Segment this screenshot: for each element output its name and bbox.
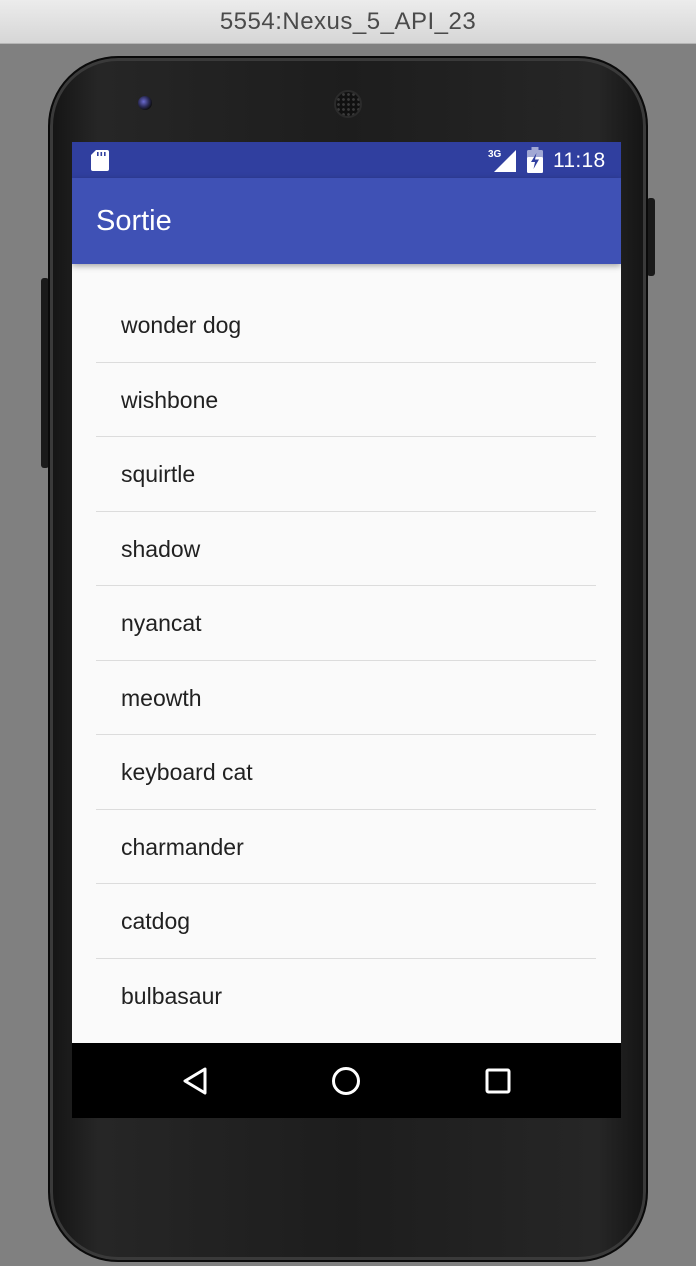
front-camera-icon [138, 96, 152, 110]
network-type-label: 3G [488, 149, 502, 160]
list-item[interactable]: squirtle [96, 437, 596, 512]
home-icon [332, 1067, 360, 1095]
list-item[interactable]: charmander [96, 810, 596, 884]
sd-card-icon [91, 150, 109, 171]
app-toolbar: Sortie [72, 178, 621, 264]
list-item-label: keyboard cat [121, 759, 253, 785]
recents-button[interactable] [472, 1055, 524, 1107]
app-title: Sortie [96, 205, 172, 237]
status-bar: 3G 11:18 [72, 142, 621, 178]
list-item[interactable]: catdog [96, 884, 596, 959]
list-item[interactable]: wonder dog [96, 288, 596, 363]
list-item[interactable]: meowth [96, 661, 596, 735]
list-item-label: charmander [121, 833, 244, 860]
list-item-label: catdog [121, 908, 191, 934]
recents-icon [485, 1068, 511, 1094]
list-item[interactable]: shadow [96, 512, 596, 586]
list-item-label: bulbasaur [121, 982, 223, 1009]
light-sensor-icon [553, 100, 561, 108]
list-item-label: wonder dog [121, 312, 242, 338]
battery-charging-icon [527, 147, 543, 173]
navigation-bar [72, 1043, 621, 1118]
list-item-label: squirtle [121, 461, 196, 487]
list-item[interactable]: nyancat [96, 586, 596, 661]
back-icon [183, 1067, 207, 1095]
earpiece-speaker-icon [334, 90, 362, 118]
signal-icon: 3G [488, 149, 516, 172]
window-title: 5554:Nexus_5_API_23 [219, 7, 477, 35]
emulator-window-titlebar: 5554:Nexus_5_API_23 [0, 0, 696, 44]
status-clock: 11:18 [553, 149, 606, 172]
list-item[interactable]: keyboard cat [96, 735, 596, 810]
list-item[interactable]: wishbone [96, 363, 596, 437]
back-button[interactable] [169, 1055, 221, 1107]
item-list[interactable]: wonder dog wishbone squirtle shadow nyan… [96, 288, 596, 1033]
power-button[interactable] [647, 198, 655, 276]
list-item[interactable]: bulbasaur [96, 959, 596, 1034]
proximity-sensor-icon [533, 99, 543, 109]
list-item-label: wishbone [121, 386, 219, 413]
list-item-label: nyancat [121, 610, 202, 636]
device-screen: 3G 11:18 Sortie wonder dog wishbone squi… [72, 142, 621, 1118]
home-button[interactable] [320, 1055, 372, 1107]
list-item-label: shadow [121, 535, 201, 562]
list-item-label: meowth [121, 684, 202, 711]
